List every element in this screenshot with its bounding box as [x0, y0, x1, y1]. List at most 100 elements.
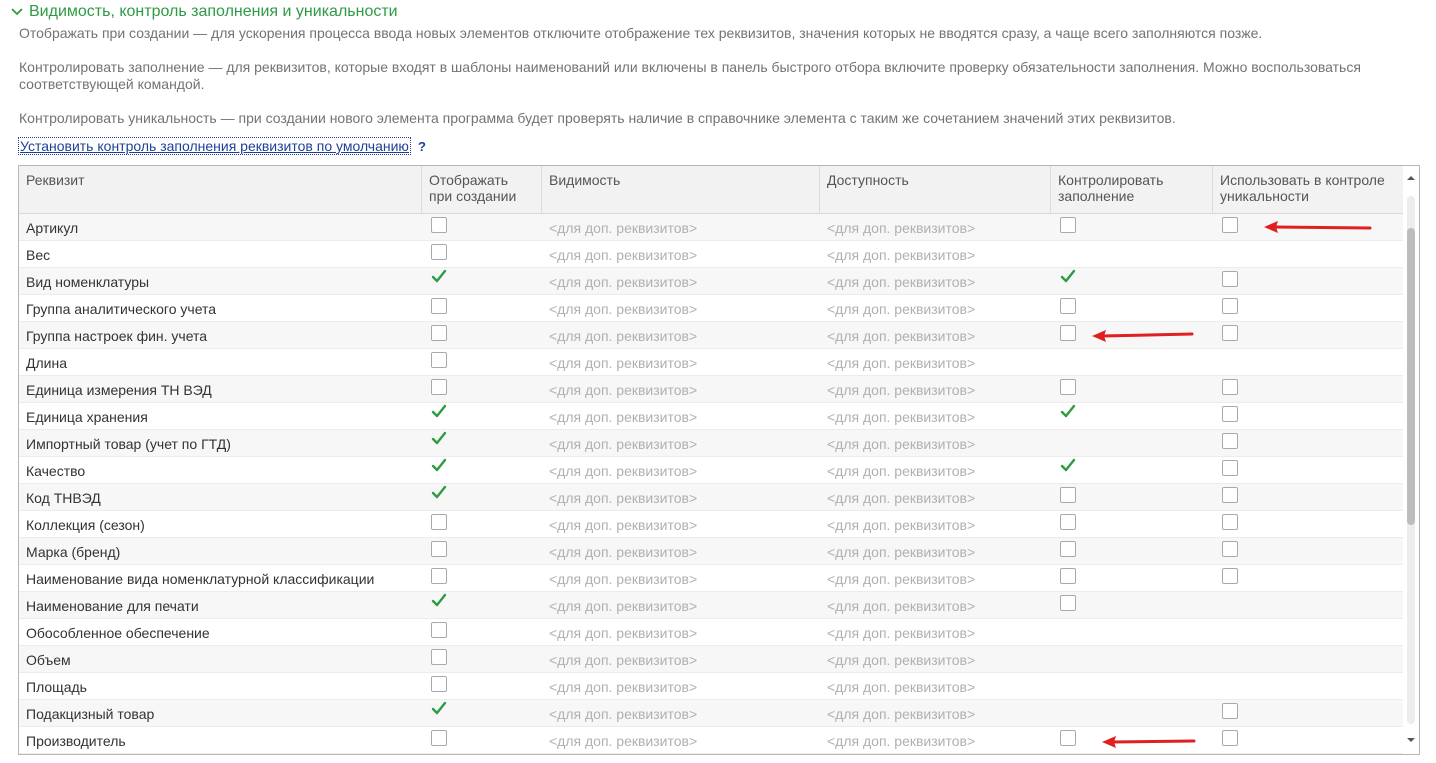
fill-control-checkbox[interactable] [1051, 403, 1213, 430]
uniqueness-control-checkbox[interactable] [1213, 322, 1403, 349]
visibility-placeholder[interactable]: <для доп. реквизитов> [542, 727, 820, 754]
availability-placeholder[interactable]: <для доп. реквизитов> [820, 322, 1051, 349]
checkbox[interactable] [1060, 513, 1076, 530]
checkbox[interactable] [431, 513, 447, 530]
table-row[interactable]: Единица измерения ТН ВЭД <для доп. реквиз… [19, 376, 1403, 403]
table-row[interactable]: Наименование для печати <для доп. реквизи… [19, 592, 1403, 619]
show-on-create-checkbox[interactable] [422, 349, 542, 376]
column-header-attribute[interactable]: Реквизит [19, 166, 422, 214]
availability-placeholder[interactable]: <для доп. реквизитов> [820, 241, 1051, 268]
show-on-create-checkbox[interactable] [422, 565, 542, 592]
scrollbar-thumb[interactable] [1407, 228, 1415, 525]
checkbox[interactable] [431, 243, 447, 260]
uniqueness-control-checkbox[interactable] [1213, 214, 1403, 241]
table-row[interactable]: Вес <для доп. реквизитов> <для доп. реквиз… [19, 241, 1403, 268]
availability-placeholder[interactable]: <для доп. реквизитов> [820, 565, 1051, 592]
show-on-create-checkbox[interactable] [422, 214, 542, 241]
table-row[interactable]: Марка (бренд) <для доп. реквизитов> <для д… [19, 538, 1403, 565]
checkbox[interactable] [1222, 324, 1238, 341]
fill-control-checkbox[interactable] [1051, 565, 1213, 592]
visibility-placeholder[interactable]: <для доп. реквизитов> [542, 646, 820, 673]
checkbox[interactable] [431, 648, 447, 665]
checkbox[interactable] [431, 216, 447, 233]
visibility-placeholder[interactable]: <для доп. реквизитов> [542, 349, 820, 376]
checkbox[interactable] [431, 621, 447, 638]
column-header-availability[interactable]: Доступность [820, 166, 1051, 214]
visibility-placeholder[interactable]: <для доп. реквизитов> [542, 268, 820, 295]
checkbox[interactable] [1222, 702, 1238, 719]
checkbox[interactable] [1222, 216, 1238, 233]
table-row[interactable]: Импортный товар (учет по ГТД) <для доп. р… [19, 430, 1403, 457]
checkbox[interactable] [1060, 324, 1076, 341]
fill-control-checkbox[interactable] [1051, 484, 1213, 511]
checkbox[interactable] [1060, 486, 1076, 503]
checkbox[interactable] [1060, 540, 1076, 557]
checkbox[interactable] [431, 297, 447, 314]
availability-placeholder[interactable]: <для доп. реквизитов> [820, 430, 1051, 457]
uniqueness-control-checkbox[interactable] [1213, 268, 1403, 295]
checkbox[interactable] [431, 567, 447, 584]
show-on-create-checkbox[interactable] [422, 322, 542, 349]
table-row[interactable]: Вид номенклатуры <для доп. реквизитов> <дл… [19, 268, 1403, 295]
uniqueness-control-checkbox[interactable] [1213, 430, 1403, 457]
uniqueness-control-checkbox[interactable] [1213, 700, 1403, 727]
availability-placeholder[interactable]: <для доп. реквизитов> [820, 619, 1051, 646]
show-on-create-checkbox[interactable] [422, 484, 542, 511]
show-on-create-checkbox[interactable] [422, 403, 542, 430]
table-row[interactable]: Производитель <для доп. реквизитов> <для д… [19, 727, 1403, 754]
show-on-create-checkbox[interactable] [422, 457, 542, 484]
show-on-create-checkbox[interactable] [422, 673, 542, 700]
table-row[interactable]: Качество <для доп. реквизитов> <для доп. р… [19, 457, 1403, 484]
availability-placeholder[interactable]: <для доп. реквизитов> [820, 295, 1051, 322]
scroll-up-icon[interactable] [1403, 170, 1419, 186]
fill-control-checkbox[interactable] [1051, 592, 1213, 619]
visibility-placeholder[interactable]: <для доп. реквизитов> [542, 241, 820, 268]
checkbox[interactable] [1222, 432, 1238, 449]
table-row[interactable]: Площадь <для доп. реквизитов> <для доп. ре… [19, 673, 1403, 700]
column-header-fill-control[interactable]: Контролировать заполнение [1051, 166, 1213, 214]
visibility-placeholder[interactable]: <для доп. реквизитов> [542, 673, 820, 700]
checkbox[interactable] [1222, 378, 1238, 395]
uniqueness-control-checkbox[interactable] [1213, 727, 1403, 754]
show-on-create-checkbox[interactable] [422, 376, 542, 403]
visibility-placeholder[interactable]: <для доп. реквизитов> [542, 295, 820, 322]
availability-placeholder[interactable]: <для доп. реквизитов> [820, 457, 1051, 484]
show-on-create-checkbox[interactable] [422, 241, 542, 268]
help-icon[interactable]: ? [418, 139, 426, 154]
availability-placeholder[interactable]: <для доп. реквизитов> [820, 268, 1051, 295]
availability-placeholder[interactable]: <для доп. реквизитов> [820, 646, 1051, 673]
table-row[interactable]: Обособленное обеспечение <для доп. реквиз… [19, 619, 1403, 646]
availability-placeholder[interactable]: <для доп. реквизитов> [820, 673, 1051, 700]
checkbox[interactable] [1060, 378, 1076, 395]
availability-placeholder[interactable]: <для доп. реквизитов> [820, 700, 1051, 727]
checkbox[interactable] [1060, 594, 1076, 611]
checkbox[interactable] [1222, 513, 1238, 530]
uniqueness-control-checkbox[interactable] [1213, 538, 1403, 565]
availability-placeholder[interactable]: <для доп. реквизитов> [820, 592, 1051, 619]
show-on-create-checkbox[interactable] [422, 619, 542, 646]
checkbox[interactable] [1222, 297, 1238, 314]
show-on-create-checkbox[interactable] [422, 430, 542, 457]
availability-placeholder[interactable]: <для доп. реквизитов> [820, 349, 1051, 376]
uniqueness-control-checkbox[interactable] [1213, 511, 1403, 538]
visibility-placeholder[interactable]: <для доп. реквизитов> [542, 619, 820, 646]
visibility-placeholder[interactable]: <для доп. реквизитов> [542, 403, 820, 430]
checkbox[interactable] [1222, 540, 1238, 557]
show-on-create-checkbox[interactable] [422, 727, 542, 754]
availability-placeholder[interactable]: <для доп. реквизитов> [820, 376, 1051, 403]
fill-control-checkbox[interactable] [1051, 376, 1213, 403]
checkbox[interactable] [1222, 729, 1238, 746]
checkbox[interactable] [431, 675, 447, 692]
table-row[interactable]: Длина <для доп. реквизитов> <для доп. рекв… [19, 349, 1403, 376]
table-row[interactable]: Артикул <для доп. реквизитов> <для доп. ре… [19, 214, 1403, 241]
show-on-create-checkbox[interactable] [422, 700, 542, 727]
set-default-fill-control-link[interactable]: Установить контроль заполнения реквизито… [18, 137, 411, 155]
table-row[interactable]: Группа аналитического учета <для доп. рек… [19, 295, 1403, 322]
checkbox[interactable] [1060, 216, 1076, 233]
column-header-show-on-create[interactable]: Отображать при создании [422, 166, 542, 214]
visibility-placeholder[interactable]: <для доп. реквизитов> [542, 700, 820, 727]
visibility-placeholder[interactable]: <для доп. реквизитов> [542, 430, 820, 457]
fill-control-checkbox[interactable] [1051, 538, 1213, 565]
checkbox[interactable] [431, 351, 447, 368]
table-row[interactable]: Группа настроек фин. учета <для доп. рекв… [19, 322, 1403, 349]
